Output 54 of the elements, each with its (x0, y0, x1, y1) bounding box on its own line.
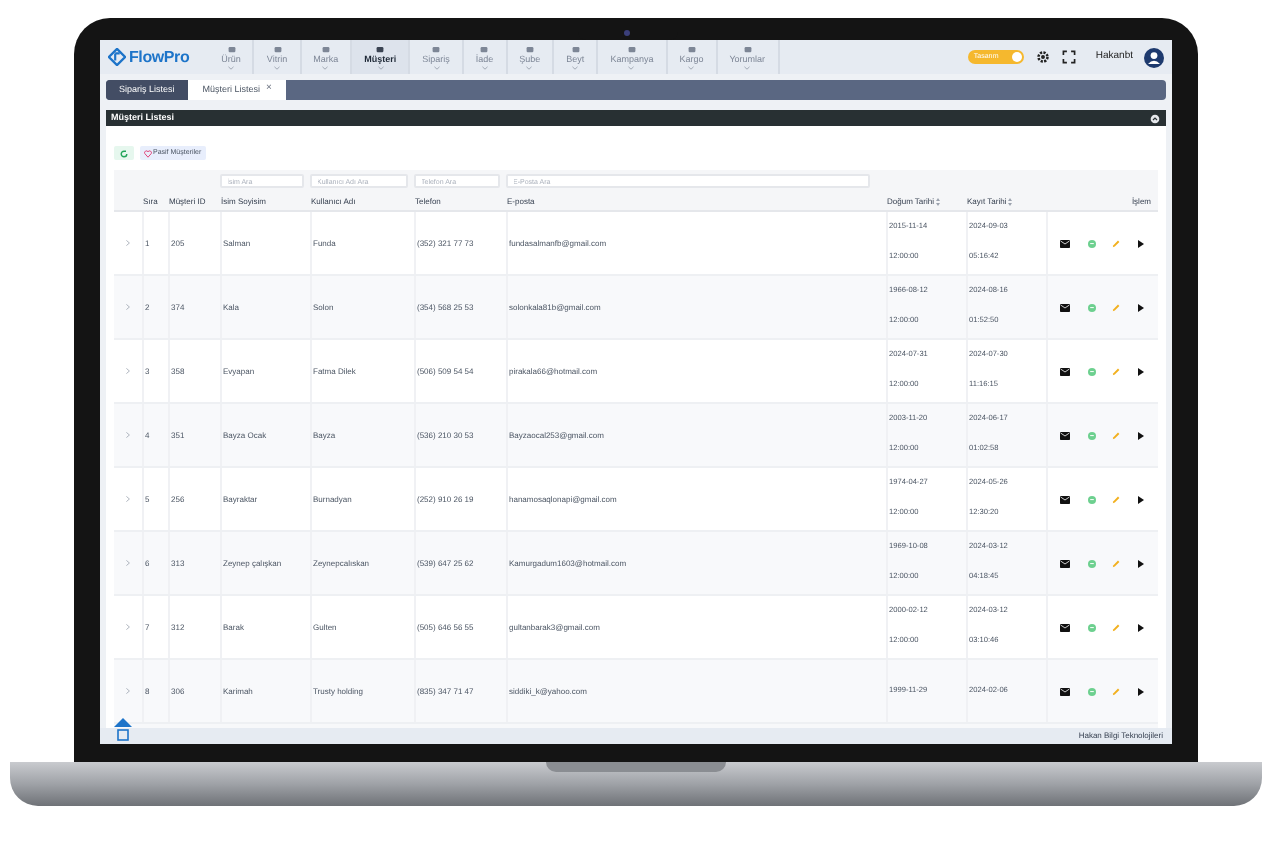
sort-icon[interactable] (1008, 197, 1013, 205)
pencil-icon[interactable] (1112, 303, 1121, 311)
envelope-icon[interactable] (1059, 623, 1070, 631)
menu-item-icon (525, 45, 534, 53)
collapse-icon[interactable] (1149, 113, 1159, 123)
avatar-icon[interactable] (1143, 47, 1163, 67)
status-icon[interactable] (1087, 239, 1096, 247)
menu-item-icon (321, 45, 330, 53)
envelope-icon[interactable] (1059, 559, 1070, 567)
settings-icon[interactable] (1035, 50, 1050, 64)
play-icon[interactable] (1138, 687, 1145, 695)
pencil-icon[interactable] (1112, 687, 1121, 695)
envelope-icon[interactable] (1059, 687, 1070, 695)
logo-icon (107, 48, 125, 66)
menu-item-icon (687, 45, 696, 53)
status-icon[interactable] (1087, 303, 1096, 311)
play-icon[interactable] (1138, 239, 1145, 247)
envelope-icon[interactable] (1059, 367, 1070, 375)
fullscreen-icon[interactable] (1061, 50, 1076, 64)
status-icon[interactable] (1087, 687, 1096, 695)
play-icon[interactable] (1138, 303, 1145, 311)
play-icon[interactable] (1138, 367, 1145, 375)
pencil-icon[interactable] (1112, 623, 1121, 631)
envelope-icon[interactable] (1059, 495, 1070, 503)
refresh-button[interactable] (113, 146, 133, 160)
scroll-top-icon[interactable] (113, 718, 131, 742)
menu-item-icon (273, 45, 281, 53)
menu-item-icon (571, 45, 580, 53)
pencil-icon[interactable] (1112, 239, 1121, 247)
envelope-icon[interactable] (1059, 303, 1070, 311)
pencil-icon[interactable] (1112, 431, 1121, 439)
menu-item-icon (432, 45, 440, 53)
play-icon[interactable] (1138, 623, 1145, 631)
status-icon[interactable] (1087, 431, 1096, 439)
menu-item-icon (627, 45, 636, 53)
refresh-icon (119, 149, 127, 157)
envelope-icon[interactable] (1059, 431, 1070, 439)
status-icon[interactable] (1087, 623, 1096, 631)
status-icon[interactable] (1087, 559, 1096, 567)
menu-item-icon (227, 45, 236, 53)
play-icon[interactable] (1138, 495, 1145, 503)
pencil-icon[interactable] (1112, 495, 1121, 503)
status-icon[interactable] (1087, 367, 1096, 375)
play-icon[interactable] (1138, 559, 1145, 567)
envelope-icon[interactable] (1059, 239, 1070, 247)
menu-item-icon (743, 45, 752, 53)
pencil-icon[interactable] (1112, 559, 1121, 567)
pencil-icon[interactable] (1112, 367, 1121, 375)
brand-logo-text[interactable]: FlowPro (129, 45, 190, 69)
status-icon[interactable] (1087, 495, 1096, 503)
menu-item-icon (376, 45, 385, 53)
play-icon[interactable] (1138, 431, 1145, 439)
heart-icon (143, 149, 151, 157)
menu-item-icon (480, 45, 489, 53)
